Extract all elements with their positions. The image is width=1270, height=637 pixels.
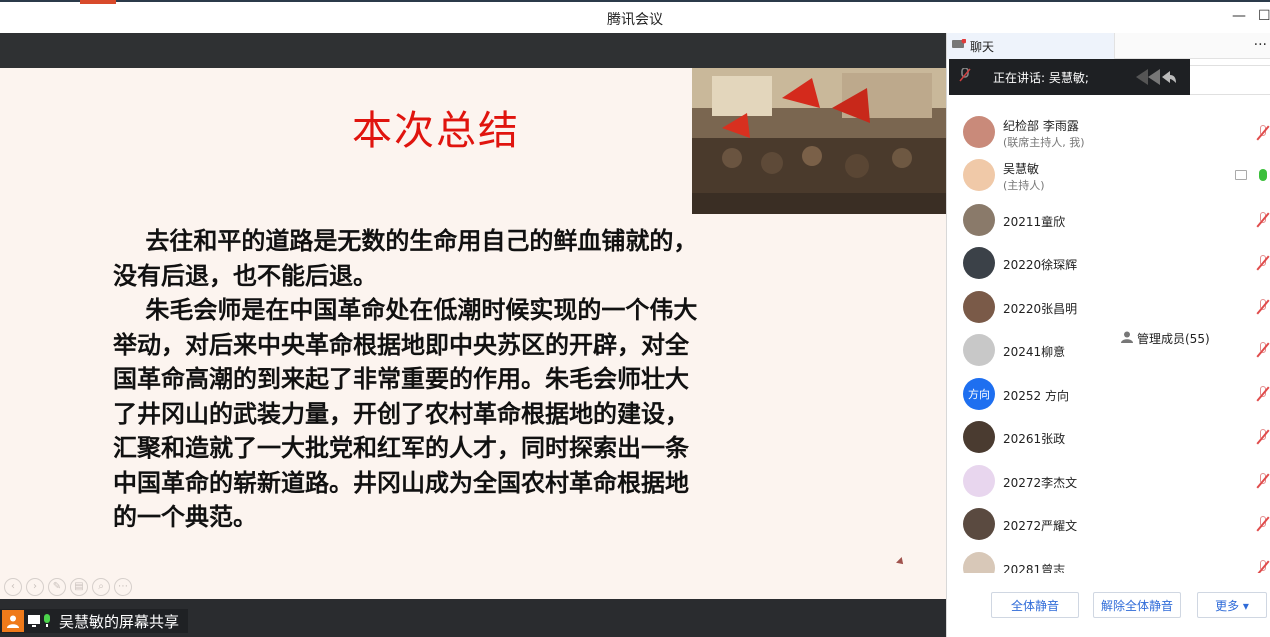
taskbar-accent bbox=[80, 0, 116, 4]
muted-mic-icon bbox=[959, 67, 971, 86]
avatar bbox=[963, 247, 995, 279]
window-title: 腾讯会议 bbox=[607, 12, 663, 28]
zoom-icon[interactable]: ⌕ bbox=[92, 578, 110, 596]
avatar bbox=[963, 552, 995, 573]
slide-line: 朱毛会师是在中国革命处在低潮时候实现的一个伟大 bbox=[113, 295, 698, 324]
more-icon[interactable]: ··· bbox=[1254, 37, 1267, 53]
member-role: (主持人) bbox=[1003, 179, 1045, 192]
screen-share-icon bbox=[1235, 170, 1247, 180]
panel-tabs: 聊天 管理成员(55) ··· bbox=[947, 33, 1270, 346]
member-row[interactable]: 20211童欣 bbox=[947, 199, 1270, 241]
mic-muted-icon[interactable] bbox=[1256, 212, 1270, 228]
avatar: 方向 bbox=[963, 378, 995, 410]
tab-chat-label: 聊天 bbox=[970, 39, 995, 54]
more-button[interactable]: 更多 ▾ bbox=[1197, 592, 1267, 618]
member-name: 20211童欣 bbox=[1003, 215, 1066, 229]
member-row[interactable]: 20261张政 bbox=[947, 416, 1270, 458]
chat-icon bbox=[952, 38, 967, 54]
avatar bbox=[963, 204, 995, 236]
member-name: 20241柳意 bbox=[1003, 345, 1066, 359]
slide-line: 举动，对后来中央革命根据地即中央苏区的开辟，对全 bbox=[113, 329, 689, 359]
reply-arrow-icon[interactable] bbox=[1134, 67, 1176, 91]
member-name: 20252 方向 bbox=[1003, 389, 1069, 403]
member-actions: 全体静音 解除全体静音 更多 ▾ bbox=[947, 590, 1270, 622]
mic-muted-icon[interactable] bbox=[1256, 342, 1270, 358]
mic-active-icon[interactable] bbox=[1259, 169, 1267, 181]
mic-muted-icon[interactable] bbox=[1256, 299, 1270, 315]
slide-line: 没有后退，也不能后退。 bbox=[113, 260, 377, 290]
next-slide-icon[interactable]: › bbox=[26, 578, 44, 596]
slide-line: 的一个典范。 bbox=[113, 502, 257, 531]
app-window: 腾讯会议 — ☐ 本次总结 去往和平的道路是无数的生命用自己的鲜血铺就的， 没有… bbox=[0, 0, 1270, 637]
member-row[interactable]: 方向 20252 方向 bbox=[947, 373, 1270, 415]
mic-muted-icon[interactable] bbox=[1256, 125, 1270, 141]
avatar bbox=[963, 334, 995, 366]
slide-line: 国革命高潮的到来起了非常重要的作用。朱毛会师壮大 bbox=[113, 364, 689, 393]
member-name: 20220张昌明 bbox=[1003, 302, 1078, 316]
slide-tool-strip: ‹ › ✎ ▤ ⌕ ⋯ bbox=[4, 578, 132, 596]
member-row[interactable]: 20272严耀文 bbox=[947, 503, 1270, 545]
member-row[interactable]: 吴慧敏 (主持人) bbox=[947, 154, 1270, 196]
avatar bbox=[963, 465, 995, 497]
slide-line: 了井冈山的武装力量，开创了农村革命根据地的建设， bbox=[113, 398, 689, 428]
search-box[interactable] bbox=[1187, 65, 1270, 95]
more-options-icon[interactable]: ⋯ bbox=[114, 578, 132, 596]
member-name: 纪检部 李雨露 bbox=[1003, 119, 1079, 133]
slides-icon[interactable]: ▤ bbox=[70, 578, 88, 596]
title-bar: 腾讯会议 — ☐ bbox=[0, 0, 1270, 33]
member-row[interactable]: 20220徐琛辉 bbox=[947, 242, 1270, 284]
mic-muted-icon[interactable] bbox=[1256, 386, 1270, 402]
member-role: (联席主持人, 我) bbox=[1003, 136, 1085, 149]
member-name: 20261张政 bbox=[1003, 432, 1066, 446]
mic-muted-icon[interactable] bbox=[1256, 560, 1270, 573]
slide-body-text: 去往和平的道路是无数的生命用自己的鲜血铺就的， 没有后退，也不能后退。 朱毛会师… bbox=[113, 224, 793, 535]
slide-line: 汇聚和造就了一大批党和红军的人才，同时探索出一条 bbox=[113, 433, 689, 462]
slide-title: 本次总结 bbox=[352, 108, 520, 154]
unmute-all-button[interactable]: 解除全体静音 bbox=[1093, 592, 1181, 618]
maximize-button[interactable]: ☐ bbox=[1258, 8, 1270, 24]
member-name: 20272李杰文 bbox=[1003, 476, 1078, 490]
avatar bbox=[963, 291, 995, 323]
avatar bbox=[963, 421, 995, 453]
member-row[interactable]: 20220张昌明 bbox=[947, 286, 1270, 328]
member-row[interactable]: 20281曾志 bbox=[947, 547, 1270, 573]
member-name: 20220徐琛辉 bbox=[1003, 258, 1078, 272]
mic-muted-icon[interactable] bbox=[1256, 255, 1270, 271]
member-row[interactable]: 纪检部 李雨露 (联席主持人, 我) bbox=[947, 111, 1270, 153]
slide-line: 中国革命的崭新道路。井冈山成为全国农村革命根据地 bbox=[113, 467, 689, 497]
member-row[interactable]: 20241柳意 bbox=[947, 329, 1270, 371]
mic-muted-icon[interactable] bbox=[1256, 429, 1270, 445]
minimize-button[interactable]: — bbox=[1232, 8, 1246, 24]
screen-share-label-bar: 吴慧敏的屏幕共享 bbox=[0, 609, 188, 633]
speaking-text: 正在讲话: 吴慧敏; bbox=[993, 70, 1089, 85]
share-owner-label: 吴慧敏的屏幕共享 bbox=[59, 612, 180, 631]
avatar bbox=[963, 508, 995, 540]
tab-chat[interactable]: 聊天 bbox=[947, 33, 1115, 59]
slide-top-bar bbox=[0, 33, 946, 68]
mute-all-button[interactable]: 全体静音 bbox=[991, 592, 1079, 618]
mouse-cursor-icon bbox=[896, 557, 906, 567]
mic-muted-icon[interactable] bbox=[1256, 516, 1270, 532]
member-row[interactable]: 20272李杰文 bbox=[947, 460, 1270, 502]
presentation-slide: 本次总结 去往和平的道路是无数的生命用自己的鲜血铺就的， 没有后退，也不能后退。… bbox=[0, 68, 946, 599]
avatar bbox=[963, 116, 995, 148]
member-name: 20272严耀文 bbox=[1003, 519, 1078, 533]
member-list: 纪检部 李雨露 (联席主持人, 我) 吴慧敏 (主持人) 20211童欣 202… bbox=[947, 103, 1270, 573]
slide-line: 去往和平的道路是无数的生命用自己的鲜血铺就的， bbox=[113, 226, 698, 255]
avatar bbox=[963, 159, 995, 191]
side-panel: 聊天 管理成员(55) ··· 正在讲话: 吴慧敏; 纪检部 李雨露 (联席主持… bbox=[946, 33, 1270, 637]
member-name: 吴慧敏 bbox=[1003, 162, 1040, 176]
pen-icon[interactable]: ✎ bbox=[48, 578, 66, 596]
screen-mic-icon bbox=[28, 614, 50, 627]
speaking-indicator: 正在讲话: 吴慧敏; bbox=[949, 59, 1190, 95]
mic-muted-icon[interactable] bbox=[1256, 473, 1270, 489]
prev-slide-icon[interactable]: ‹ bbox=[4, 578, 22, 596]
revolution-painting-image bbox=[692, 68, 946, 214]
member-name: 20281曾志 bbox=[1003, 563, 1066, 573]
user-icon bbox=[2, 610, 24, 632]
